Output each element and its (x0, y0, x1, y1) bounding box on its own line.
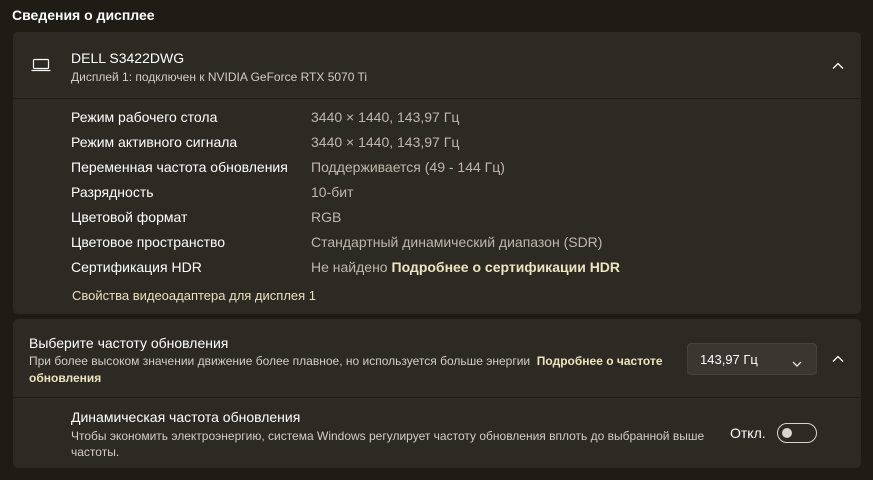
detail-value: 10-бит (311, 184, 354, 200)
refresh-rate-description: При более высоком значении движение боле… (29, 353, 669, 387)
detail-value: Поддерживается (49 - 144 Гц) (311, 159, 505, 175)
detail-label: Сертификация HDR (71, 259, 202, 275)
refresh-rate-description-text: При более высоком значении движение боле… (29, 354, 531, 368)
toggle-knob (782, 428, 792, 438)
display-subtitle: Дисплей 1: подключен к NVIDIA GeForce RT… (71, 70, 368, 84)
adapter-properties-link[interactable]: Свойства видеоадаптера для дисплея 1 (72, 288, 316, 303)
detail-value: Стандартный динамический диапазон (SDR) (311, 234, 603, 250)
chevron-down-icon (792, 355, 802, 367)
dynamic-refresh-row: Динамическая частота обновления Чтобы эк… (13, 398, 861, 468)
detail-row-color-space: Цветовое пространство Стандартный динами… (71, 234, 861, 259)
chevron-up-icon[interactable] (831, 352, 845, 366)
detail-value: RGB (311, 209, 342, 225)
hdr-cert-link[interactable]: Подробнее о сертификации HDR (392, 259, 621, 275)
detail-row-hdr-cert: Сертификация HDR Не найдено Подробнее о … (71, 259, 861, 284)
dynamic-refresh-toggle[interactable] (777, 423, 817, 443)
display-name: DELL S3422DWG (71, 50, 185, 66)
detail-label: Режим активного сигнала (71, 134, 238, 150)
monitor-icon (31, 57, 51, 73)
refresh-rate-dropdown[interactable]: 143,97 Гц (687, 343, 817, 375)
detail-row-bit-depth: Разрядность 10-бит (71, 184, 861, 209)
refresh-rate-title: Выберите частоту обновления (29, 335, 229, 351)
refresh-rate-selected: 143,97 Гц (700, 352, 758, 367)
display-card: DELL S3422DWG Дисплей 1: подключен к NVI… (13, 32, 861, 314)
refresh-rate-header: Выберите частоту обновления При более вы… (13, 319, 861, 398)
detail-label: Цветовой формат (71, 209, 188, 225)
detail-value: 3440 × 1440, 143,97 Гц (311, 109, 460, 125)
display-details: Режим рабочего стола 3440 × 1440, 143,97… (71, 109, 861, 284)
detail-row-desktop-mode: Режим рабочего стола 3440 × 1440, 143,97… (71, 109, 861, 134)
detail-row-active-signal: Режим активного сигнала 3440 × 1440, 143… (71, 134, 861, 159)
dynamic-refresh-toggle-label: Откл. (730, 425, 766, 441)
detail-label: Цветовое пространство (71, 234, 226, 250)
detail-row-color-format: Цветовой формат RGB (71, 209, 861, 234)
dynamic-refresh-description: Чтобы экономить электроэнергию, система … (71, 429, 705, 459)
chevron-up-icon[interactable] (831, 59, 845, 73)
detail-label: Режим рабочего стола (71, 109, 218, 125)
detail-value: Не найдено Подробнее о сертификации HDR (311, 259, 620, 275)
refresh-rate-card: Выберите частоту обновления При более вы… (13, 319, 861, 468)
section-title: Сведения о дисплее (12, 7, 155, 23)
hdr-cert-value: Не найдено (311, 259, 388, 275)
detail-label: Переменная частота обновления (71, 159, 288, 175)
detail-row-vrr: Переменная частота обновления Поддержива… (71, 159, 861, 184)
display-info-page: Сведения о дисплее DELL S3422DWG Дисплей… (0, 0, 873, 480)
detail-label: Разрядность (71, 184, 154, 200)
detail-value: 3440 × 1440, 143,97 Гц (311, 134, 460, 150)
display-card-header[interactable]: DELL S3422DWG Дисплей 1: подключен к NVI… (13, 32, 861, 99)
dynamic-refresh-title: Динамическая частота обновления (71, 409, 301, 425)
